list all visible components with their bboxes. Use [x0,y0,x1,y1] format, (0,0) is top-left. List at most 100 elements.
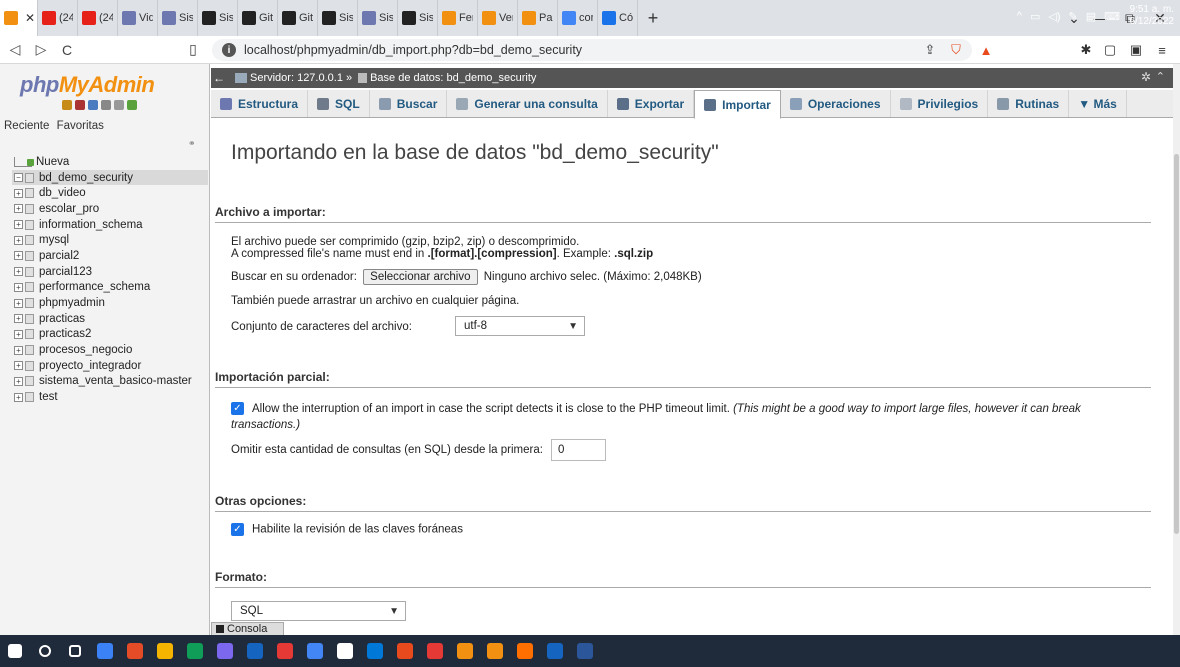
back-icon[interactable]: ◁ [4,39,26,61]
taskbar-app-icon[interactable] [570,635,600,667]
skip-queries-input[interactable]: 0 [551,439,606,461]
expand-icon[interactable]: + [14,251,23,261]
breadcrumb-server[interactable]: Servidor: 127.0.0.1 [250,72,343,84]
clock[interactable]: 9:51 a. m. 6/12/2022 [1130,4,1175,28]
taskbar-app-icon[interactable] [510,635,540,667]
tab-privilegios[interactable]: Privilegios [891,90,989,117]
taskbar-app-icon[interactable] [450,635,480,667]
scrollbar-thumb[interactable] [1174,154,1179,534]
settings-gear-icon[interactable]: ✲ [1141,70,1151,84]
browser-tab[interactable]: Ferre [438,0,478,36]
keyboard-icon[interactable]: ⌨ [1104,10,1120,23]
expand-icon[interactable]: + [14,235,23,245]
bookmark-icon[interactable]: ▯ [182,39,204,61]
expand-icon[interactable]: + [14,298,23,308]
expand-icon[interactable]: + [14,392,23,402]
taskbar-app-icon[interactable] [420,635,450,667]
network-icon[interactable]: ▭ [1030,10,1040,23]
tab-importar[interactable]: Importar [694,90,781,119]
tab-más[interactable]: ▼ Más [1069,90,1127,117]
database-item[interactable]: + practicas [12,311,208,327]
browser-tab[interactable]: Sisten [158,0,198,36]
database-item[interactable]: + sistema_venta_basico-master [12,374,208,390]
browser-tab[interactable]: GitHu [238,0,278,36]
tab-sql[interactable]: SQL [308,90,370,117]
extensions-icon[interactable]: ✱ [1078,42,1094,58]
tab-exportar[interactable]: Exportar [608,90,695,117]
browser-tab[interactable]: loc✕ [0,0,38,36]
share-icon[interactable]: ⇪ [922,42,938,58]
fk-checkbox[interactable]: ✓ [231,523,244,536]
browser-tab[interactable]: como [558,0,598,36]
database-item[interactable]: + parcial2 [12,248,208,264]
taskbar-app-icon[interactable] [120,635,150,667]
database-item[interactable]: + practicas2 [12,327,208,343]
docs-icon[interactable] [101,100,111,110]
browser-tab[interactable]: Vida I [118,0,158,36]
site-info-icon[interactable]: i [222,43,236,57]
task-view-icon[interactable] [60,635,90,667]
close-tab-icon[interactable]: ✕ [25,11,35,25]
phpmyadmin-logo[interactable]: phpMyAdmin [20,72,155,98]
help-icon[interactable] [88,100,98,110]
browser-tab[interactable]: (24) 1 [38,0,78,36]
expand-icon[interactable]: + [14,376,23,386]
taskbar-app-icon[interactable] [360,635,390,667]
expand-icon[interactable]: + [14,204,23,214]
taskbar-app-icon[interactable] [90,635,120,667]
database-item[interactable]: + mysql [12,232,208,248]
taskbar-app-icon[interactable] [540,635,570,667]
expand-icon[interactable]: + [14,188,23,198]
taskbar-app-icon[interactable] [210,635,240,667]
database-item[interactable]: + escolar_pro [12,201,208,217]
charset-select[interactable]: utf-8 ▼ [455,316,585,336]
expand-icon[interactable]: + [14,329,23,339]
database-item[interactable]: + proyecto_integrador [12,358,208,374]
reload-nav-icon[interactable] [127,100,137,110]
sidebar-icon[interactable]: ▢ [1102,42,1118,58]
tray-chevron-icon[interactable]: ^ [1017,10,1022,22]
console-bar[interactable]: Consola [211,622,284,635]
browser-tab[interactable]: Sisten [318,0,358,36]
browser-tab[interactable]: Sisten [198,0,238,36]
database-item[interactable]: + db_video [12,185,208,201]
tab-generar-una-consulta[interactable]: Generar una consulta [447,90,608,117]
taskbar-app-icon[interactable] [180,635,210,667]
address-bar[interactable]: i localhost/phpmyadmin/db_import.php?db=… [212,39,972,61]
browser-tab[interactable]: (24) S [78,0,118,36]
database-item[interactable]: + parcial123 [12,264,208,280]
wallet-icon[interactable]: ▣ [1128,42,1144,58]
taskbar-app-icon[interactable] [150,635,180,667]
new-database-item[interactable]: Nueva [12,154,208,170]
collapse-icon[interactable]: − [14,173,23,183]
browser-tab[interactable]: Cómo [598,0,638,36]
tab-estructura[interactable]: Estructura [211,90,309,117]
taskbar-app-icon[interactable] [240,635,270,667]
tab-rutinas[interactable]: Rutinas [988,90,1070,117]
browser-tab[interactable]: Sisten [358,0,398,36]
browser-tab[interactable]: Venta [478,0,518,36]
browser-tab[interactable]: GitHu [278,0,318,36]
database-item[interactable]: − bd_demo_security [12,169,208,186]
expand-icon[interactable]: + [14,220,23,230]
home-icon[interactable] [62,100,72,110]
choose-file-button[interactable]: Seleccionar archivo [363,269,478,285]
taskbar-app-icon[interactable] [390,635,420,667]
start-icon[interactable] [0,635,30,667]
format-select[interactable]: SQL ▼ [231,601,406,621]
search-icon[interactable] [30,635,60,667]
scroll-top-icon[interactable]: ⌃ [1156,70,1165,83]
expand-icon[interactable]: + [14,282,23,292]
database-item[interactable]: + information_schema [12,217,208,233]
logout-icon[interactable] [75,100,85,110]
expand-icon[interactable]: + [14,345,23,355]
breadcrumb-database[interactable]: Base de datos: bd_demo_security [370,72,536,84]
menu-icon[interactable]: ≡ [1154,42,1170,58]
interrupt-checkbox[interactable]: ✓ [231,402,244,416]
volume-icon[interactable]: ◁) [1048,10,1060,23]
expand-icon[interactable]: + [14,361,23,371]
reload-icon[interactable]: C [56,39,78,61]
settings-icon[interactable] [114,100,124,110]
tab-operaciones[interactable]: Operaciones [781,90,891,117]
language-icon[interactable]: ▤ [1086,10,1096,23]
